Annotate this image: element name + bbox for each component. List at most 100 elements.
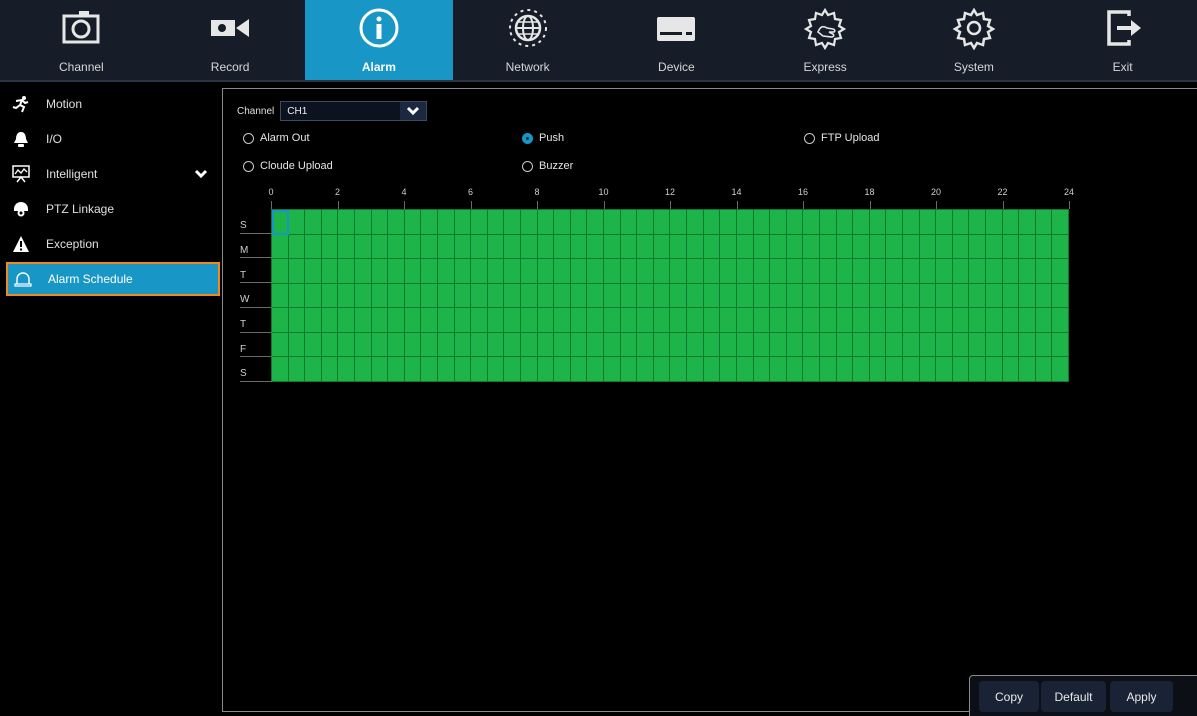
- schedule-cell[interactable]: [371, 234, 389, 260]
- schedule-cell[interactable]: [604, 210, 621, 235]
- schedule-cell[interactable]: [438, 259, 455, 284]
- schedule-cell[interactable]: [753, 308, 771, 333]
- schedule-cell[interactable]: [487, 259, 505, 284]
- schedule-cell[interactable]: [504, 308, 522, 333]
- schedule-cell[interactable]: [537, 332, 555, 358]
- nav-record[interactable]: Record: [156, 0, 305, 80]
- schedule-cell[interactable]: [487, 332, 505, 358]
- schedule-cell[interactable]: [770, 357, 787, 382]
- schedule-cell[interactable]: [355, 210, 372, 235]
- schedule-cell[interactable]: [653, 283, 671, 309]
- schedule-cell[interactable]: [969, 332, 986, 358]
- schedule-cell[interactable]: [1019, 259, 1036, 284]
- schedule-cell[interactable]: [819, 308, 837, 333]
- schedule-cell[interactable]: [637, 357, 654, 382]
- schedule-cell[interactable]: [952, 308, 970, 333]
- schedule-cell[interactable]: [853, 283, 870, 309]
- schedule-cell[interactable]: [1035, 283, 1053, 309]
- schedule-cell[interactable]: [438, 308, 455, 333]
- sidebar-item-ptz-linkage[interactable]: PTZ Linkage: [6, 192, 220, 226]
- schedule-cell[interactable]: [653, 357, 671, 382]
- schedule-cell[interactable]: [471, 332, 488, 358]
- schedule-cell[interactable]: [869, 332, 887, 358]
- schedule-cell[interactable]: [1052, 234, 1069, 260]
- schedule-cell[interactable]: [869, 210, 887, 235]
- schedule-cell[interactable]: [521, 357, 538, 382]
- schedule-cell[interactable]: [537, 283, 555, 309]
- schedule-cell[interactable]: [985, 283, 1003, 309]
- schedule-cell[interactable]: [338, 259, 356, 284]
- schedule-cell[interactable]: [504, 259, 522, 284]
- schedule-cell[interactable]: [305, 283, 322, 309]
- schedule-cell[interactable]: [836, 210, 854, 235]
- schedule-cell[interactable]: [521, 308, 538, 333]
- schedule-cell[interactable]: [355, 308, 372, 333]
- schedule-cell[interactable]: [554, 259, 571, 284]
- schedule-cell[interactable]: [338, 283, 356, 309]
- schedule-cell[interactable]: [421, 357, 439, 382]
- schedule-cell[interactable]: [355, 283, 372, 309]
- schedule-cell[interactable]: [487, 210, 505, 235]
- schedule-cell[interactable]: [487, 234, 505, 260]
- schedule-cell[interactable]: [1035, 234, 1053, 260]
- schedule-cell[interactable]: [454, 332, 472, 358]
- schedule-cell[interactable]: [653, 234, 671, 260]
- schedule-cell[interactable]: [321, 357, 339, 382]
- schedule-cell[interactable]: [338, 308, 356, 333]
- schedule-cell[interactable]: [421, 308, 439, 333]
- schedule-cell[interactable]: [537, 234, 555, 260]
- schedule-cell[interactable]: [720, 283, 737, 309]
- schedule-cell[interactable]: [388, 259, 405, 284]
- schedule-cell[interactable]: [703, 332, 721, 358]
- schedule-cell[interactable]: [819, 283, 837, 309]
- schedule-cell[interactable]: [620, 234, 638, 260]
- schedule-cell[interactable]: [919, 332, 937, 358]
- schedule-cell[interactable]: [454, 259, 472, 284]
- schedule-cell[interactable]: [985, 259, 1003, 284]
- schedule-cell[interactable]: [570, 234, 588, 260]
- schedule-cell[interactable]: [720, 234, 737, 260]
- schedule-cell[interactable]: [504, 210, 522, 235]
- schedule-cell[interactable]: [770, 308, 787, 333]
- schedule-cell[interactable]: [272, 259, 289, 284]
- schedule-cell[interactable]: [687, 210, 704, 235]
- schedule-cell[interactable]: [587, 332, 605, 358]
- schedule-cell[interactable]: [1052, 332, 1069, 358]
- schedule-cell[interactable]: [570, 308, 588, 333]
- schedule-cell[interactable]: [969, 357, 986, 382]
- schedule-cell[interactable]: [637, 332, 654, 358]
- schedule-cell[interactable]: [371, 308, 389, 333]
- nav-network[interactable]: Network: [453, 0, 602, 80]
- schedule-cell[interactable]: [521, 332, 538, 358]
- schedule-cell[interactable]: [653, 210, 671, 235]
- schedule-cell[interactable]: [902, 259, 920, 284]
- schedule-cell[interactable]: [288, 332, 306, 358]
- schedule-cell[interactable]: [919, 308, 937, 333]
- schedule-cell[interactable]: [388, 308, 405, 333]
- schedule-cell[interactable]: [770, 210, 787, 235]
- schedule-cell[interactable]: [819, 210, 837, 235]
- schedule-cell[interactable]: [753, 283, 771, 309]
- schedule-cell[interactable]: [454, 308, 472, 333]
- schedule-cell[interactable]: [687, 332, 704, 358]
- schedule-cell[interactable]: [537, 259, 555, 284]
- schedule-cell[interactable]: [803, 283, 820, 309]
- apply-button[interactable]: Apply: [1110, 681, 1173, 712]
- schedule-cell[interactable]: [786, 308, 804, 333]
- schedule-cell[interactable]: [454, 283, 472, 309]
- schedule-cell[interactable]: [371, 210, 389, 235]
- schedule-cell[interactable]: [853, 308, 870, 333]
- schedule-cell[interactable]: [753, 357, 771, 382]
- schedule-cell[interactable]: [371, 283, 389, 309]
- schedule-cell[interactable]: [969, 210, 986, 235]
- schedule-cell[interactable]: [919, 259, 937, 284]
- schedule-cell[interactable]: [554, 357, 571, 382]
- nav-channel[interactable]: Channel: [7, 0, 156, 80]
- schedule-cell[interactable]: [902, 332, 920, 358]
- schedule-cell[interactable]: [703, 234, 721, 260]
- schedule-cell[interactable]: [803, 308, 820, 333]
- nav-device[interactable]: Device: [602, 0, 751, 80]
- schedule-cell[interactable]: [836, 234, 854, 260]
- schedule-cell[interactable]: [902, 308, 920, 333]
- schedule-cell[interactable]: [1002, 283, 1020, 309]
